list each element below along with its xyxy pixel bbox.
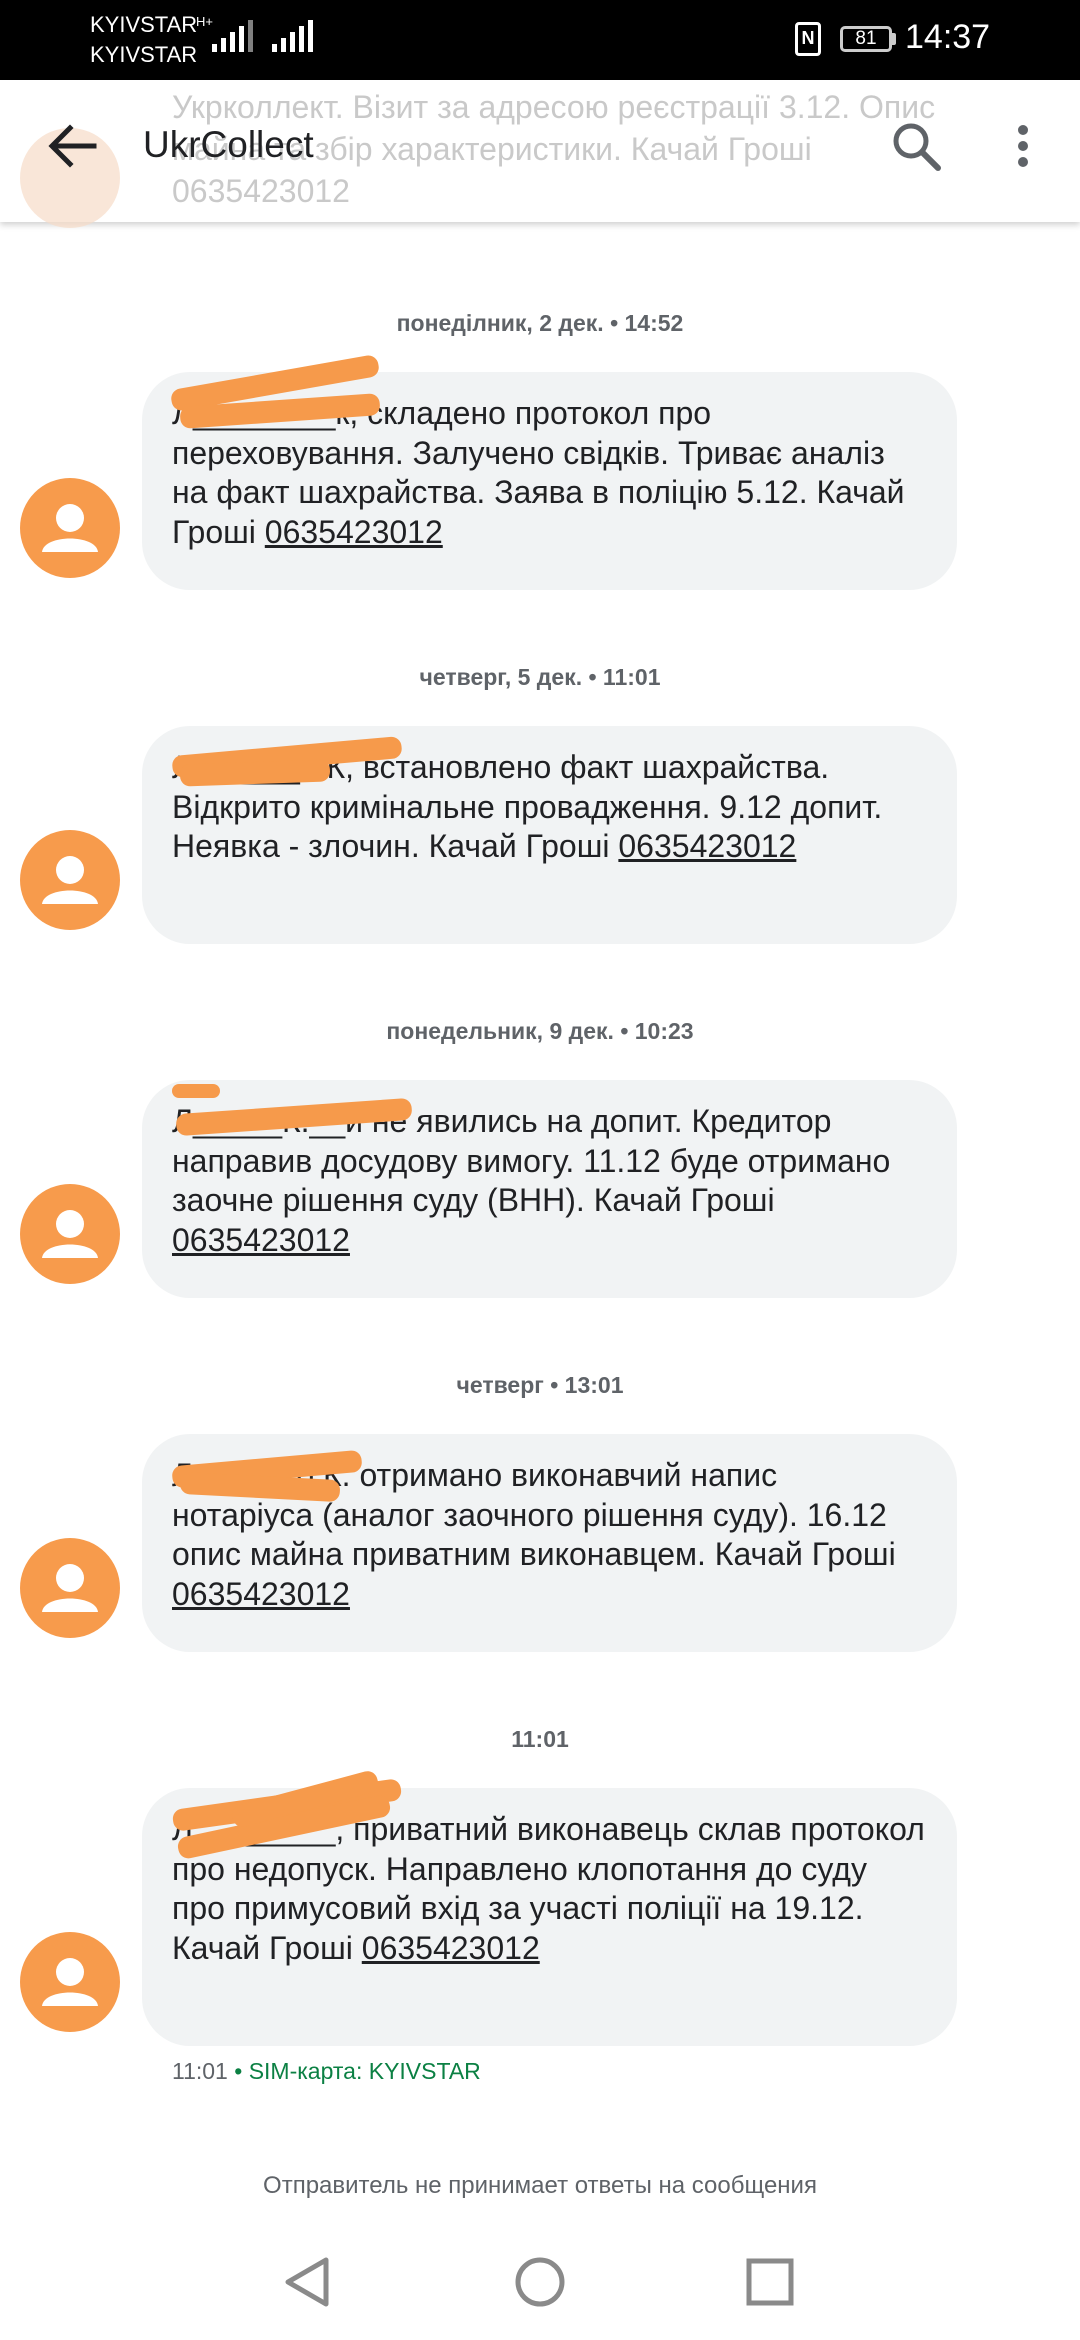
search-button[interactable] [880,110,952,182]
square-recents-icon [746,2258,794,2306]
back-button[interactable] [36,110,108,182]
carrier-2: KYIVSTAR [90,42,198,67]
message-time: 11:01 [172,2058,228,2084]
sender-avatar[interactable] [20,830,120,930]
message-timestamp: понедельник, 9 дек. • 10:23 [386,1018,694,1044]
redaction-mark [172,1084,220,1098]
sender-avatar[interactable] [20,1184,120,1284]
network-type: H+ [196,14,213,29]
conversation-title: UkrCollect [143,124,314,165]
more-vert-icon [1018,125,1028,167]
nav-recents-button[interactable] [740,2252,800,2312]
battery-tip [892,33,896,45]
sender-avatar[interactable] [20,1538,120,1638]
phone-link[interactable]: 0635423012 [618,828,796,864]
phone-link[interactable]: 0635423012 [362,1930,540,1966]
message-timestamp: четверг, 5 дек. • 11:01 [419,664,661,690]
person-icon [42,1564,98,1612]
status-bar: KYIVSTAR KYIVSTAR H+ N 81 14:37 [0,0,1080,80]
circle-home-icon [515,2257,565,2307]
carrier-1: KYIVSTAR [90,12,198,37]
person-icon [42,856,98,904]
search-icon [893,123,941,171]
battery-icon: 81 [840,26,892,52]
message-list[interactable]: понеділник, 2 дек. • 14:52 Л________к, с… [0,222,1080,2084]
sender-avatar[interactable] [20,1932,120,2032]
system-nav-bar [0,2222,1080,2340]
person-icon [42,504,98,552]
nav-home-button[interactable] [510,2252,570,2312]
triangle-back-icon [285,2257,329,2307]
no-reply-notice: Отправитель не принимает ответы на сообщ… [263,2172,817,2199]
sender-avatar[interactable] [20,478,120,578]
person-icon [42,1958,98,2006]
arrow-back-icon [48,124,97,168]
battery-level: 81 [855,28,877,49]
nav-back-button[interactable] [278,2252,338,2312]
signal-icon [212,18,253,52]
app-bar: Укрколлект. Візит за адресою реєстрації … [0,80,1080,228]
signal-icon-2 [272,18,313,52]
carrier-names: KYIVSTAR KYIVSTAR [90,10,197,70]
phone-link[interactable]: 0635423012 [265,514,443,550]
status-clock: 14:37 [905,18,991,56]
message-timestamp: понеділник, 2 дек. • 14:52 [396,310,684,336]
message-timestamp: четверг • 13:01 [456,1372,624,1398]
phone-link[interactable]: 0635423012 [172,1576,350,1612]
more-options-button[interactable] [990,110,1050,182]
phone-link[interactable]: 0635423012 [172,1222,350,1258]
sim-label: • SIM-карта: KYIVSTAR [234,2058,481,2084]
message-timestamp: 11:01 [511,1726,569,1752]
nfc-icon: N [795,22,821,56]
person-icon [42,1210,98,1258]
message-meta: 11:01 • SIM-карта: KYIVSTAR [172,2058,481,2085]
